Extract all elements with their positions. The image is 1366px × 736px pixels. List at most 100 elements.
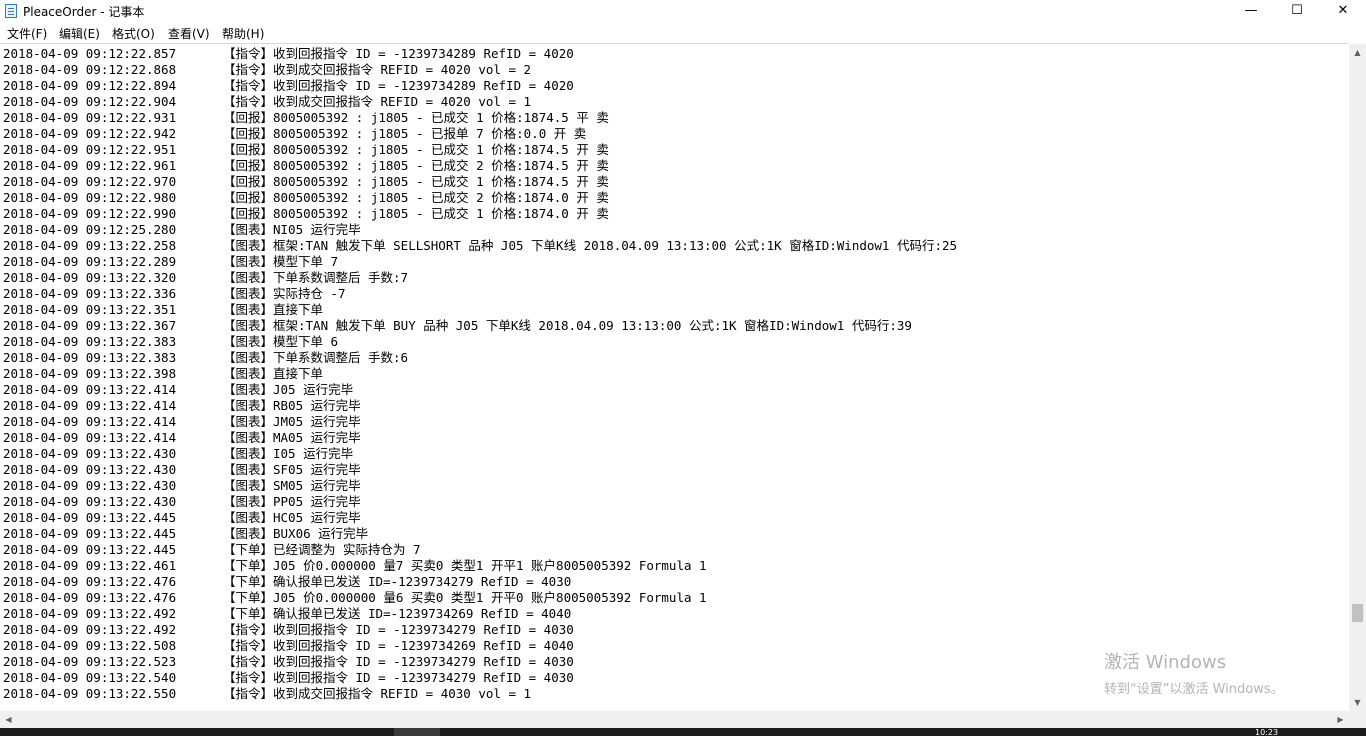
log-timestamp: 2018-04-09 09:13:22.336 <box>3 286 177 301</box>
menu-view[interactable]: 查看(V) <box>168 25 210 42</box>
window-title: PleaceOrder - 记事本 <box>23 5 145 19</box>
log-message: 【指令】收到回报指令 ID = -1239734289 RefID = 4020 <box>223 78 574 93</box>
log-timestamp: 2018-04-09 09:13:22.414 <box>3 414 177 429</box>
scroll-up-arrow-icon[interactable]: ▲ <box>1349 44 1366 61</box>
log-message: 【图表】SM05 运行完毕 <box>223 478 361 493</box>
log-timestamp: 2018-04-09 09:13:22.430 <box>3 478 177 493</box>
log-timestamp: 2018-04-09 09:13:22.414 <box>3 430 177 445</box>
log-timestamp: 2018-04-09 09:13:22.430 <box>3 494 177 509</box>
log-timestamp: 2018-04-09 09:12:22.868 <box>3 62 177 77</box>
text-editor-area[interactable]: 2018-04-09 09:12:22.857 【指令】收到回报指令 ID = -… <box>0 43 1349 712</box>
log-timestamp: 2018-04-09 09:12:22.980 <box>3 190 177 205</box>
log-message: 【图表】J05 运行完毕 <box>223 382 354 397</box>
log-message: 【指令】收到回报指令 ID = -1239734279 RefID = 4030 <box>223 670 574 685</box>
scroll-right-arrow-icon[interactable]: ▶ <box>1332 711 1349 728</box>
log-message: 【图表】直接下单 <box>223 302 324 317</box>
log-timestamp: 2018-04-09 09:12:22.904 <box>3 94 177 109</box>
log-message: 【下单】确认报单已发送 ID=-1239734269 RefID = 4040 <box>223 606 572 621</box>
log-message: 【图表】SF05 运行完毕 <box>223 462 361 477</box>
horizontal-scrollbar[interactable]: ◀ ▶ <box>0 711 1349 728</box>
log-timestamp: 2018-04-09 09:13:22.430 <box>3 446 177 461</box>
log-message: 【下单】已经调整为 实际持仓为 7 <box>223 542 421 557</box>
log-timestamp: 2018-04-09 09:12:22.942 <box>3 126 177 141</box>
log-timestamp: 2018-04-09 09:12:22.951 <box>3 142 177 157</box>
log-timestamp: 2018-04-09 09:13:22.540 <box>3 670 177 685</box>
log-timestamp: 2018-04-09 09:12:25.280 <box>3 222 177 237</box>
log-message: 【下单】J05 价0.000000 量6 买卖0 类型1 开平0 账户80050… <box>223 590 707 605</box>
menu-edit[interactable]: 编辑(E) <box>59 25 100 42</box>
watermark-title: 激活 Windows <box>1104 652 1227 673</box>
log-timestamp: 2018-04-09 09:13:22.492 <box>3 606 177 621</box>
log-message: 【图表】JM05 运行完毕 <box>223 414 361 429</box>
log-message: 【指令】收到成交回报指令 REFID = 4020 vol = 2 <box>223 62 532 77</box>
maximize-button[interactable]: ☐ <box>1274 0 1320 22</box>
log-message: 【图表】PP05 运行完毕 <box>223 494 361 509</box>
log-message: 【指令】收到回报指令 ID = -1239734269 RefID = 4040 <box>223 638 574 653</box>
log-message: 【图表】MA05 运行完毕 <box>223 430 361 445</box>
log-message: 【回报】8005005392 : j1805 - 已报单 7 价格:0.0 开 … <box>223 126 587 141</box>
title-bar: PleaceOrder - 记事本 — ☐ ✕ <box>0 0 1366 22</box>
menu-bar: 文件(F) 编辑(E) 格式(O) 查看(V) 帮助(H) <box>0 22 1366 43</box>
log-message: 【图表】下单系数调整后 手数:6 <box>223 350 409 365</box>
close-button[interactable]: ✕ <box>1320 0 1366 22</box>
log-message: 【指令】收到回报指令 ID = -1239734279 RefID = 4030 <box>223 622 574 637</box>
log-timestamp: 2018-04-09 09:13:22.445 <box>3 510 177 525</box>
log-timestamp: 2018-04-09 09:13:22.414 <box>3 382 177 397</box>
log-timestamp: 2018-04-09 09:12:22.961 <box>3 158 177 173</box>
menu-file[interactable]: 文件(F) <box>7 25 47 42</box>
scroll-down-arrow-icon[interactable]: ▼ <box>1349 694 1366 711</box>
log-message: 【指令】收到回报指令 ID = -1239734289 RefID = 4020 <box>223 46 574 61</box>
log-message: 【图表】HC05 运行完毕 <box>223 510 361 525</box>
log-timestamp: 2018-04-09 09:13:22.550 <box>3 686 177 701</box>
scroll-left-arrow-icon[interactable]: ◀ <box>0 711 17 728</box>
log-timestamp: 2018-04-09 09:13:22.258 <box>3 238 177 253</box>
log-message: 【图表】框架:TAN 触发下单 BUY 品种 J05 下单K线 2018.04.… <box>223 318 912 333</box>
log-timestamp: 2018-04-09 09:13:22.414 <box>3 398 177 413</box>
log-message: 【图表】NI05 运行完毕 <box>223 222 361 237</box>
log-message: 【指令】收到成交回报指令 REFID = 4020 vol = 1 <box>223 94 532 109</box>
vertical-scroll-thumb[interactable] <box>1352 604 1363 622</box>
log-message: 【图表】下单系数调整后 手数:7 <box>223 270 409 285</box>
log-message: 【回报】8005005392 : j1805 - 已成交 2 价格:1874.0… <box>223 190 609 205</box>
log-timestamp: 2018-04-09 09:13:22.445 <box>3 526 177 541</box>
log-timestamp: 2018-04-09 09:13:22.508 <box>3 638 177 653</box>
log-timestamp: 2018-04-09 09:13:22.383 <box>3 350 177 365</box>
menu-help[interactable]: 帮助(H) <box>222 25 264 42</box>
taskbar-clock: 10:23 <box>1255 729 1279 736</box>
log-timestamp: 2018-04-09 09:12:22.857 <box>3 46 177 61</box>
log-timestamp: 2018-04-09 09:12:22.990 <box>3 206 177 221</box>
log-message: 【图表】模型下单 6 <box>223 334 339 349</box>
log-timestamp: 2018-04-09 09:12:22.970 <box>3 174 177 189</box>
log-message: 【回报】8005005392 : j1805 - 已成交 1 价格:1874.5… <box>223 110 609 125</box>
menu-format[interactable]: 格式(O) <box>112 25 155 42</box>
minimize-button[interactable]: — <box>1228 0 1274 22</box>
log-message: 【图表】RB05 运行完毕 <box>223 398 361 413</box>
log-message: 【下单】J05 价0.000000 量7 买卖0 类型1 开平1 账户80050… <box>223 558 707 573</box>
log-timestamp: 2018-04-09 09:13:22.320 <box>3 270 177 285</box>
scrollbar-corner <box>1349 711 1366 728</box>
taskbar: 10:23 <box>0 728 1366 736</box>
log-timestamp: 2018-04-09 09:13:22.367 <box>3 318 177 333</box>
log-timestamp: 2018-04-09 09:13:22.476 <box>3 590 177 605</box>
log-timestamp: 2018-04-09 09:13:22.430 <box>3 462 177 477</box>
notepad-app-icon <box>5 4 17 18</box>
log-timestamp: 2018-04-09 09:13:22.461 <box>3 558 177 573</box>
log-message: 【图表】模型下单 7 <box>223 254 339 269</box>
vertical-scrollbar[interactable]: ▲ ▼ <box>1349 44 1366 711</box>
log-message: 【指令】收到回报指令 ID = -1239734279 RefID = 4030 <box>223 654 574 669</box>
log-message: 【下单】确认报单已发送 ID=-1239734279 RefID = 4030 <box>223 574 572 589</box>
log-message: 【回报】8005005392 : j1805 - 已成交 2 价格:1874.5… <box>223 158 609 173</box>
log-timestamp: 2018-04-09 09:13:22.476 <box>3 574 177 589</box>
log-message: 【指令】收到成交回报指令 REFID = 4030 vol = 1 <box>223 686 532 701</box>
log-message: 【图表】直接下单 <box>223 366 324 381</box>
log-message: 【图表】框架:TAN 触发下单 SELLSHORT 品种 J05 下单K线 20… <box>223 238 958 253</box>
log-message: 【回报】8005005392 : j1805 - 已成交 1 价格:1874.5… <box>223 174 609 189</box>
log-message: 【图表】I05 运行完毕 <box>223 446 354 461</box>
log-timestamp: 2018-04-09 09:13:22.289 <box>3 254 177 269</box>
log-timestamp: 2018-04-09 09:13:22.445 <box>3 542 177 557</box>
taskbar-active-app[interactable] <box>394 728 440 736</box>
log-message: 【回报】8005005392 : j1805 - 已成交 1 价格:1874.0… <box>223 206 609 221</box>
log-timestamp: 2018-04-09 09:13:22.383 <box>3 334 177 349</box>
log-timestamp: 2018-04-09 09:13:22.492 <box>3 622 177 637</box>
log-message: 【图表】BUX06 运行完毕 <box>223 526 369 541</box>
